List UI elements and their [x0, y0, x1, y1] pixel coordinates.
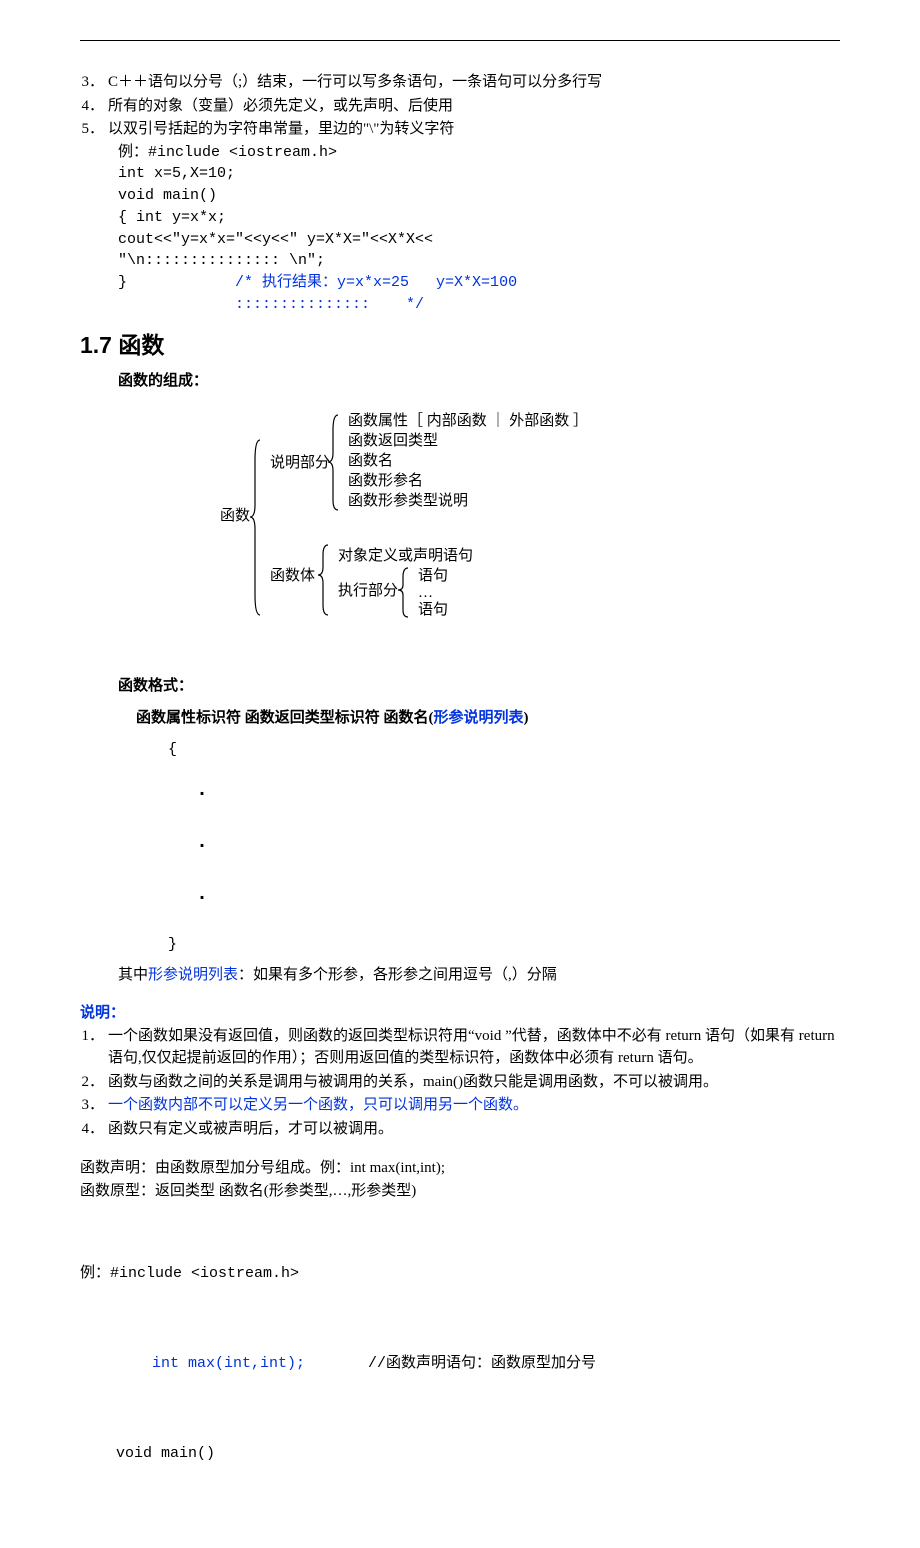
- code-line: int max(int,int); //函数声明语句：函数原型加分号: [80, 1331, 840, 1399]
- tree-branch-1: 说明部分: [270, 454, 330, 471]
- composition-label: 函数的组成：: [118, 370, 840, 393]
- brace-open: {: [168, 730, 840, 769]
- format-post: ): [524, 710, 529, 726]
- note-text: 一个函数内部不可以定义另一个函数，只可以调用另一个函数。: [108, 1094, 840, 1117]
- notes-label: 说明：: [80, 1002, 840, 1025]
- tree-leaf: 语句: [418, 601, 448, 618]
- where-pre: 其中: [118, 967, 148, 983]
- rule-item-3: 3． C＋＋语句以分号（;）结束，一行可以写多条语句，一条语句可以分多行写: [80, 71, 840, 94]
- where-clause: 其中形参说明列表：如果有多个形参，各形参之间用逗号（,）分隔: [118, 964, 840, 987]
- rule-text: 所有的对象（变量）必须先定义，或先声明、后使用: [108, 95, 840, 118]
- tree-leaf: 函数属性［ 内部函数 ｜ 外部函数 ］: [348, 412, 588, 429]
- rule-item-4: 4． 所有的对象（变量）必须先定义，或先声明、后使用: [80, 95, 840, 118]
- tree-leaf: 语句: [418, 567, 448, 584]
- note-text: 一个函数如果没有返回值，则函数的返回类型标识符用“void ”代替，函数体中不必…: [108, 1025, 840, 1070]
- where-blue: 形参说明列表: [148, 967, 238, 983]
- code-line: { int y=x*x;: [118, 207, 840, 229]
- rules-list: 3． C＋＋语句以分号（;）结束，一行可以写多条语句，一条语句可以分多行写 4．…: [80, 71, 840, 141]
- code-line: } /* 执行结果：y=x*x=25 y=X*X=100: [118, 272, 840, 294]
- tree-root: 函数: [220, 507, 250, 524]
- format-label: 函数格式：: [118, 675, 840, 698]
- code-comment: //函数声明语句：函数原型加分号: [305, 1355, 596, 1372]
- format-paramlist: 形参说明列表: [434, 710, 524, 726]
- code-comment: /* 执行结果：y=x*x=25 y=X*X=100: [235, 274, 517, 291]
- rule-num: 3．: [80, 71, 108, 94]
- code-example-1: 例：#include <iostream.h> int x=5,X=10; vo…: [118, 142, 840, 316]
- note-text: 函数只有定义或被声明后，才可以被调用。: [108, 1118, 840, 1141]
- format-pre: 函数属性标识符 函数返回类型标识符 函数名(: [136, 710, 434, 726]
- function-prototype-line: 函数原型：返回类型 函数名(形参类型,…,形参类型): [80, 1180, 840, 1203]
- code-line: void main(): [118, 185, 840, 207]
- where-post: ：如果有多个形参，各形参之间用逗号（,）分隔: [238, 967, 557, 983]
- note-item-1: 1． 一个函数如果没有返回值，则函数的返回类型标识符用“void ”代替，函数体…: [80, 1025, 840, 1070]
- tree-leaf: 函数名: [348, 452, 393, 469]
- section-heading-1-7: 1.7 函数: [80, 328, 840, 363]
- note-num: 2．: [80, 1071, 108, 1094]
- rule-text: C＋＋语句以分号（;）结束，一行可以写多条语句，一条语句可以分多行写: [108, 71, 840, 94]
- note-item-3: 3． 一个函数内部不可以定义另一个函数，只可以调用另一个函数。: [80, 1094, 840, 1117]
- rule-item-5: 5． 以双引号括起的为字符串常量，里边的"\"为转义字符: [80, 118, 840, 141]
- tree-branch-exec: 执行部分: [338, 582, 398, 599]
- tree-leaf: 对象定义或声明语句: [338, 546, 473, 564]
- page-top-rule: [80, 40, 840, 41]
- code-line: void main(): [80, 1443, 840, 1466]
- rule-text: 以双引号括起的为字符串常量，里边的"\"为转义字符: [108, 118, 840, 141]
- rule-num: 4．: [80, 95, 108, 118]
- code-line: cout<<"y=x*x="<<y<<" y=X*X="<<X*X<<: [118, 229, 840, 251]
- note-item-4: 4． 函数只有定义或被声明后，才可以被调用。: [80, 1118, 840, 1141]
- code-example-2: 例：#include <iostream.h> int max(int,int)…: [80, 1218, 840, 1488]
- note-num: 3．: [80, 1094, 108, 1117]
- note-num: 1．: [80, 1025, 108, 1070]
- code-line: int x=5,X=10;: [118, 163, 840, 185]
- rule-num: 5．: [80, 118, 108, 141]
- notes-list: 1． 一个函数如果没有返回值，则函数的返回类型标识符用“void ”代替，函数体…: [80, 1025, 840, 1141]
- code-line: 例：#include <iostream.h>: [118, 142, 840, 164]
- code-line: "\n::::::::::::::: \n";: [118, 250, 840, 272]
- tree-svg: 函数 说明部分 函数属性［ 内部函数 ｜ 外部函数 ］ 函数返回类型 函数名 函…: [200, 405, 720, 635]
- function-declaration-line: 函数声明：由函数原型加分号组成。例：int max(int,int);: [80, 1157, 840, 1180]
- note-num: 4．: [80, 1118, 108, 1141]
- code-fragment: int max(int,int);: [116, 1355, 305, 1372]
- tree-leaf: 函数形参类型说明: [348, 492, 468, 509]
- code-line: 例：#include <iostream.h>: [80, 1263, 840, 1286]
- note-text: 函数与函数之间的关系是调用与被调用的关系，main()函数只能是调用函数，不可以…: [108, 1071, 840, 1094]
- note-item-2: 2． 函数与函数之间的关系是调用与被调用的关系，main()函数只能是调用函数，…: [80, 1071, 840, 1094]
- tree-leaf: …: [418, 585, 433, 601]
- code-comment: ::::::::::::::: */: [118, 294, 840, 316]
- function-format-body: { · · · }: [168, 730, 840, 964]
- function-structure-tree: 函数 说明部分 函数属性［ 内部函数 ｜ 外部函数 ］ 函数返回类型 函数名 函…: [80, 405, 840, 635]
- tree-branch-2: 函数体: [270, 567, 315, 584]
- tree-leaf: 函数返回类型: [348, 432, 438, 449]
- brace-close: }: [168, 925, 840, 964]
- body-dot: ·: [196, 769, 840, 821]
- tree-leaf: 函数形参名: [348, 472, 423, 489]
- code-fragment: }: [118, 274, 235, 291]
- body-dot: ·: [196, 873, 840, 925]
- body-dot: ·: [196, 821, 840, 873]
- function-format-signature: 函数属性标识符 函数返回类型标识符 函数名(形参说明列表): [136, 707, 840, 730]
